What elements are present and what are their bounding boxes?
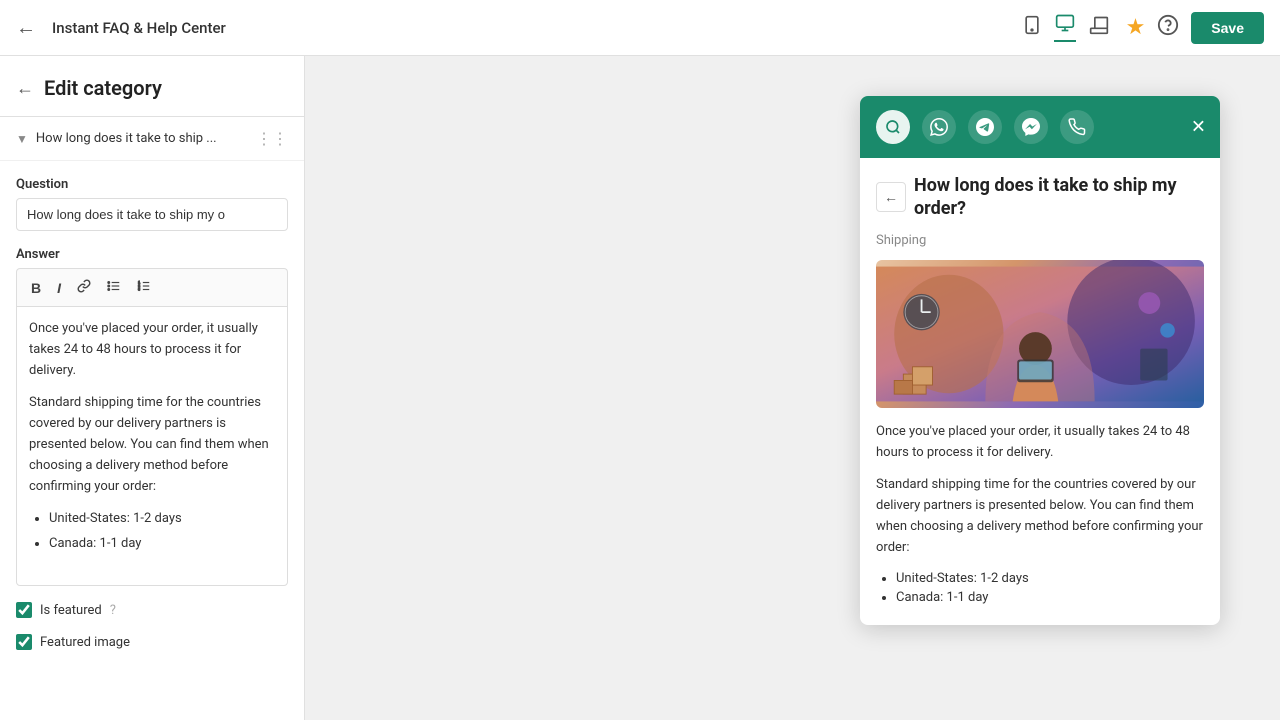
widget-body: ← How long does it take to ship my order… (860, 158, 1220, 625)
help-icon[interactable] (1157, 14, 1179, 41)
sidebar-title: Edit category (44, 76, 162, 100)
answer-field-group: Answer B I 123 Once you've placed your (16, 247, 288, 586)
category-item[interactable]: ▼ How long does it take to ship ... ⋮⋮ (0, 117, 304, 161)
telegram-channel-icon[interactable] (968, 110, 1002, 144)
chevron-down-icon: ▼ (16, 132, 28, 146)
is-featured-row: Is featured ? (16, 602, 288, 618)
widget-category-tag: Shipping (876, 233, 1204, 248)
responsive-icon[interactable] (1088, 15, 1110, 40)
answer-para2: Standard shipping time for the countries… (29, 393, 275, 497)
widget-list: United-States: 1-2 days Canada: 1-1 day (876, 571, 1204, 605)
question-input[interactable] (16, 198, 288, 231)
editor-toolbar: B I 123 (16, 268, 288, 306)
widget-content: Once you've placed your order, it usuall… (876, 422, 1204, 605)
tablet-icon[interactable] (1022, 15, 1042, 40)
is-featured-checkbox[interactable] (16, 602, 32, 618)
bold-button[interactable]: B (25, 275, 47, 300)
sidebar-back-button[interactable]: ← (16, 78, 34, 99)
category-more-icon[interactable]: ⋮⋮ (256, 129, 288, 148)
form-area: Question Answer B I 123 (0, 161, 304, 666)
monitor-icon[interactable] (1054, 13, 1076, 42)
phone-channel-icon[interactable] (1060, 110, 1094, 144)
save-button[interactable]: Save (1191, 12, 1264, 44)
question-field-group: Question (16, 177, 288, 231)
question-label: Question (16, 177, 288, 192)
topbar-title: Instant FAQ & Help Center (52, 19, 1006, 37)
topbar-device-icons (1022, 13, 1110, 42)
widget-question-title: How long does it take to ship my order? (914, 174, 1204, 221)
topbar: ← Instant FAQ & Help Center ★ Save (0, 0, 1280, 56)
widget-illustration (876, 260, 1204, 408)
featured-image-row: Featured image (16, 634, 288, 650)
widget-back-button[interactable]: ← (876, 182, 906, 212)
answer-label: Answer (16, 247, 288, 262)
featured-image-label: Featured image (40, 635, 130, 650)
whatsapp-channel-icon[interactable] (922, 110, 956, 144)
answer-para1: Once you've placed your order, it usuall… (29, 319, 275, 381)
main-layout: ← Edit category ▼ How long does it take … (0, 56, 1280, 720)
widget-header: ✕ (860, 96, 1220, 158)
list-item: Canada: 1-1 day (49, 534, 275, 555)
info-icon: ? (110, 603, 116, 618)
preview-area: ✕ ← How long does it take to ship my ord… (305, 56, 1280, 720)
is-featured-label: Is featured (40, 603, 102, 618)
star-icon: ★ (1126, 15, 1146, 40)
featured-image-checkbox[interactable] (16, 634, 32, 650)
svg-text:3: 3 (138, 288, 140, 292)
widget-para1: Once you've placed your order, it usuall… (876, 422, 1204, 464)
widget-popup: ✕ ← How long does it take to ship my ord… (860, 96, 1220, 625)
sidebar: ← Edit category ▼ How long does it take … (0, 56, 305, 720)
list-item: Canada: 1-1 day (896, 590, 1204, 605)
italic-button[interactable]: I (51, 275, 67, 300)
list-item: United-States: 1-2 days (896, 571, 1204, 586)
unordered-list-button[interactable] (101, 275, 127, 300)
search-channel-icon[interactable] (876, 110, 910, 144)
link-button[interactable] (71, 275, 97, 300)
category-label: How long does it take to ship ... (36, 131, 248, 146)
widget-nav-row: ← How long does it take to ship my order… (876, 174, 1204, 221)
widget-close-button[interactable]: ✕ (1191, 117, 1206, 138)
answer-list: United-States: 1-2 days Canada: 1-1 day (29, 509, 275, 555)
widget-para2: Standard shipping time for the countries… (876, 475, 1204, 558)
sidebar-header: ← Edit category (0, 56, 304, 117)
topbar-back-icon[interactable]: ← (16, 15, 36, 40)
ordered-list-button[interactable]: 123 (131, 275, 157, 300)
topbar-right: ★ Save (1126, 12, 1264, 44)
messenger-channel-icon[interactable] (1014, 110, 1048, 144)
answer-editor[interactable]: Once you've placed your order, it usuall… (16, 306, 288, 586)
list-item: United-States: 1-2 days (49, 509, 275, 530)
